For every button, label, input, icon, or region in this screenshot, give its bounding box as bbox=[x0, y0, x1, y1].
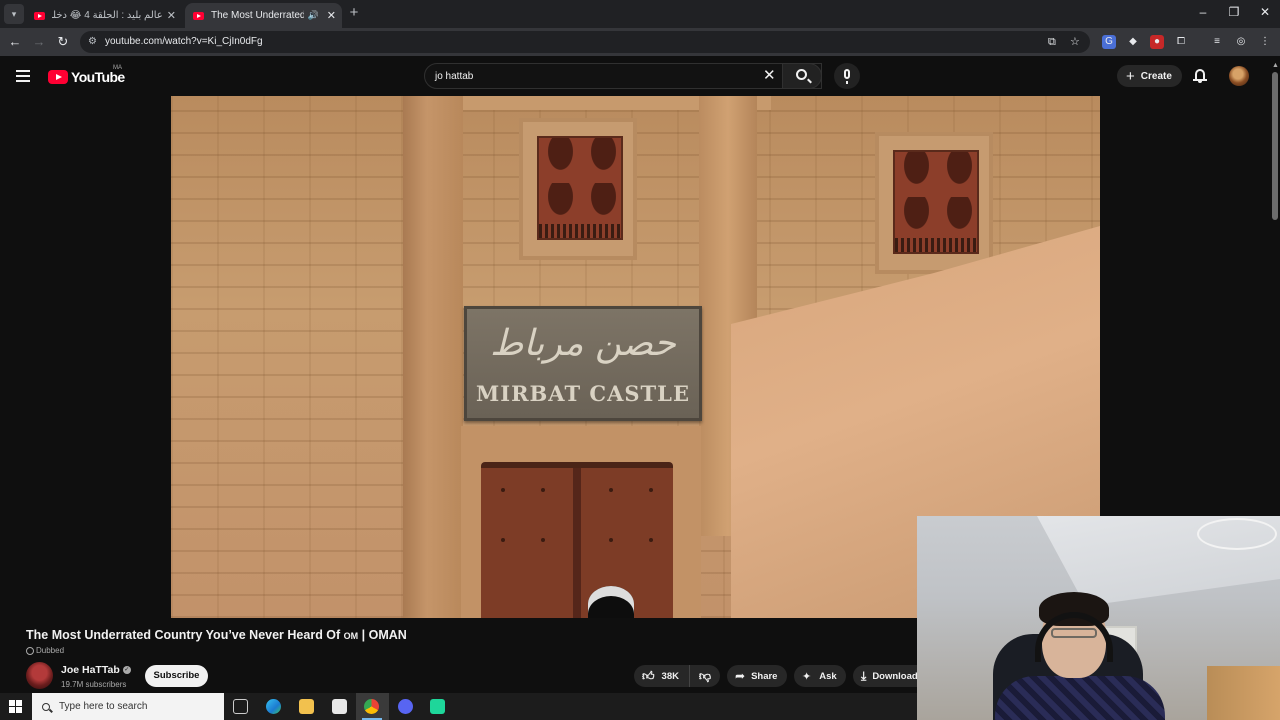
scrollbar-thumb[interactable] bbox=[1272, 72, 1278, 220]
share-button[interactable]: ➦ Share bbox=[727, 665, 787, 687]
tab-search-button[interactable]: ▾ bbox=[4, 4, 24, 24]
search-query: jo hattab bbox=[435, 71, 474, 82]
castle-door bbox=[481, 462, 673, 618]
address-bar[interactable]: ⚙ youtube.com/watch?v=Ki_CjIn0dFg ⧉ ☆ bbox=[80, 31, 1090, 53]
subscriber-count: 19.7M subscribers bbox=[61, 680, 127, 689]
url-text: youtube.com/watch?v=Ki_CjIn0dFg bbox=[105, 36, 263, 47]
close-window-icon[interactable]: ✕ bbox=[1250, 5, 1280, 19]
browser-tab-1[interactable]: عالم بليد : الحلقة 4 😂 دخلنا غرفة ✕ bbox=[26, 3, 182, 28]
microsoft-store-icon[interactable] bbox=[332, 699, 347, 714]
castle-sign: حصن مرباط MIRBAT CASTLE bbox=[464, 306, 702, 421]
forward-icon[interactable]: → bbox=[31, 34, 47, 50]
site-info-icon[interactable]: ⚙ bbox=[88, 36, 99, 47]
task-view-icon[interactable] bbox=[233, 699, 248, 714]
file-explorer-icon[interactable] bbox=[299, 699, 314, 714]
windows-start-icon[interactable] bbox=[9, 700, 22, 713]
channel-name[interactable]: Joe HaTTab ✓ bbox=[61, 664, 131, 676]
search-icon bbox=[42, 702, 50, 711]
clear-search-icon[interactable]: ✕ bbox=[763, 68, 776, 84]
back-icon[interactable]: ← bbox=[7, 34, 23, 50]
create-label: Create bbox=[1140, 70, 1172, 82]
search-button[interactable] bbox=[782, 63, 822, 89]
share-icon: ➦ bbox=[735, 669, 746, 683]
plus-icon: + bbox=[1126, 67, 1135, 85]
dubbed-icon bbox=[26, 646, 34, 655]
search-input[interactable]: jo hattab ✕ bbox=[424, 63, 822, 89]
restore-icon[interactable]: ❐ bbox=[1219, 5, 1249, 19]
account-avatar[interactable] bbox=[1229, 66, 1249, 86]
cast-icon[interactable]: ⧉ bbox=[1048, 36, 1056, 48]
chrome-icon bbox=[364, 699, 379, 714]
dislike-button[interactable]: 👎︎ bbox=[690, 669, 720, 684]
subscribe-button[interactable]: Subscribe bbox=[145, 665, 208, 687]
extension-red-icon[interactable]: ● bbox=[1150, 35, 1164, 49]
flag-emoji: OM bbox=[343, 631, 359, 641]
youtube-play-icon bbox=[48, 69, 68, 84]
sparkle-icon: ✦ bbox=[802, 670, 812, 683]
webcam-overlay bbox=[917, 516, 1280, 720]
windows-taskbar: Type here to search bbox=[0, 693, 917, 720]
notifications-bell-icon[interactable] bbox=[1193, 69, 1207, 83]
browser-tab-2[interactable]: The Most Underrated Coun 🔊 ✕ bbox=[185, 3, 342, 28]
thumbs-down-icon: 👎︎ bbox=[698, 668, 712, 683]
close-tab-icon[interactable]: ✕ bbox=[327, 9, 336, 22]
channel-avatar[interactable] bbox=[26, 662, 53, 689]
scroll-up-arrow-icon[interactable]: ▲ bbox=[1272, 62, 1279, 69]
like-dislike-group: 👍︎ 38K 👎︎ bbox=[634, 665, 720, 687]
dubbed-badge: Dubbed bbox=[26, 646, 64, 655]
profile-icon[interactable]: ◎ bbox=[1234, 35, 1248, 49]
extensions-puzzle-icon[interactable]: ⧠ bbox=[1174, 35, 1188, 49]
tab-title: عالم بليد : الحلقة 4 😂 دخلنا غرفة bbox=[52, 10, 163, 21]
castle-window-right bbox=[875, 132, 993, 274]
discord-icon[interactable] bbox=[398, 699, 413, 714]
verified-check-icon: ✓ bbox=[122, 666, 131, 675]
youtube-favicon-icon bbox=[34, 11, 45, 20]
create-button[interactable]: + Create bbox=[1117, 65, 1182, 87]
menu-icon[interactable] bbox=[16, 70, 30, 82]
edge-browser-icon[interactable] bbox=[266, 699, 281, 714]
sign-arabic-text: حصن مرباط bbox=[490, 323, 676, 364]
like-button[interactable]: 👍︎ 38K bbox=[634, 665, 690, 687]
browser-toolbar: ← → ↻ ⚙ youtube.com/watch?v=Ki_CjIn0dFg … bbox=[0, 28, 1280, 56]
castle-window-left bbox=[519, 118, 637, 260]
audio-playing-icon[interactable]: 🔊 bbox=[308, 10, 319, 21]
country-code: MA bbox=[113, 65, 122, 71]
browser-menu-icon[interactable]: ⋮ bbox=[1258, 35, 1272, 49]
browser-tab-strip: ▾ عالم بليد : الحلقة 4 😂 دخلنا غرفة ✕ Th… bbox=[0, 0, 1280, 28]
tab-title: The Most Underrated Coun bbox=[211, 10, 304, 21]
app-green-icon[interactable] bbox=[430, 699, 445, 714]
like-count: 38K bbox=[661, 670, 679, 682]
bookmark-star-icon[interactable]: ☆ bbox=[1070, 36, 1080, 48]
youtube-header: YouTube MA jo hattab ✕ + Create bbox=[0, 56, 1280, 96]
sign-english-text: MIRBAT CASTLE bbox=[476, 381, 690, 406]
translate-extension-icon[interactable]: G bbox=[1102, 35, 1116, 49]
taskbar-search-input[interactable]: Type here to search bbox=[32, 693, 224, 720]
thumbs-up-icon: 👍︎ bbox=[642, 668, 655, 683]
close-tab-icon[interactable]: ✕ bbox=[167, 9, 176, 22]
voice-search-button[interactable] bbox=[834, 63, 860, 89]
chrome-taskbar-button[interactable] bbox=[356, 693, 389, 720]
search-icon bbox=[796, 69, 807, 80]
media-controls-icon[interactable]: ≡ bbox=[1210, 35, 1224, 49]
minimize-icon[interactable]: – bbox=[1188, 5, 1218, 19]
ask-button[interactable]: ✦ Ask bbox=[794, 665, 846, 687]
new-tab-button[interactable]: + bbox=[346, 5, 362, 21]
video-title: The Most Underrated Country You’ve Never… bbox=[26, 628, 407, 642]
youtube-favicon-icon bbox=[193, 11, 204, 20]
reload-icon[interactable]: ↻ bbox=[55, 34, 71, 50]
extension-diamond-icon[interactable]: ◆ bbox=[1126, 35, 1140, 49]
download-icon: ⤓ bbox=[861, 668, 867, 683]
microphone-icon bbox=[844, 69, 850, 79]
youtube-logo[interactable]: YouTube MA bbox=[48, 65, 125, 85]
